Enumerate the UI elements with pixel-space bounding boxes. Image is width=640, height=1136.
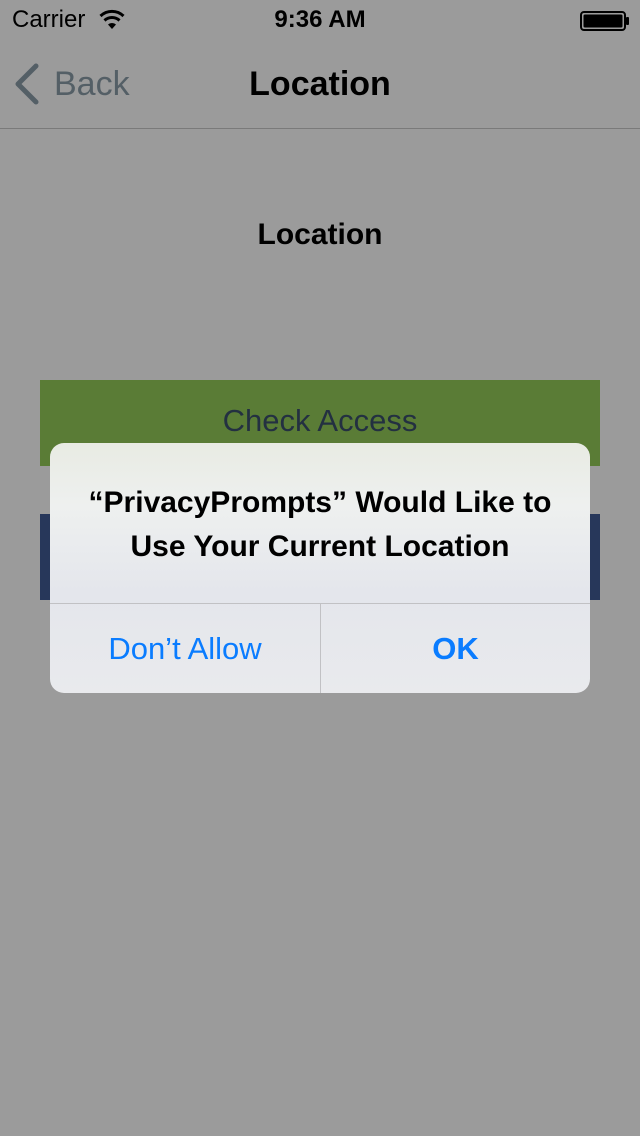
battery-icon	[580, 11, 629, 31]
location-permission-alert: “PrivacyPrompts” Would Like to Use Your …	[50, 443, 590, 693]
clock-time: 9:36 AM	[274, 6, 366, 33]
ok-button[interactable]: OK	[321, 604, 590, 693]
status-bar: Carrier 9:36 AM	[0, 0, 640, 40]
dont-allow-button[interactable]: Don’t Allow	[50, 604, 320, 693]
alert-message: “PrivacyPrompts” Would Like to Use Your …	[88, 486, 552, 563]
navigation-bar: Back Location	[0, 40, 640, 129]
page-title: Location	[257, 218, 383, 251]
nav-title: Location	[249, 65, 391, 103]
